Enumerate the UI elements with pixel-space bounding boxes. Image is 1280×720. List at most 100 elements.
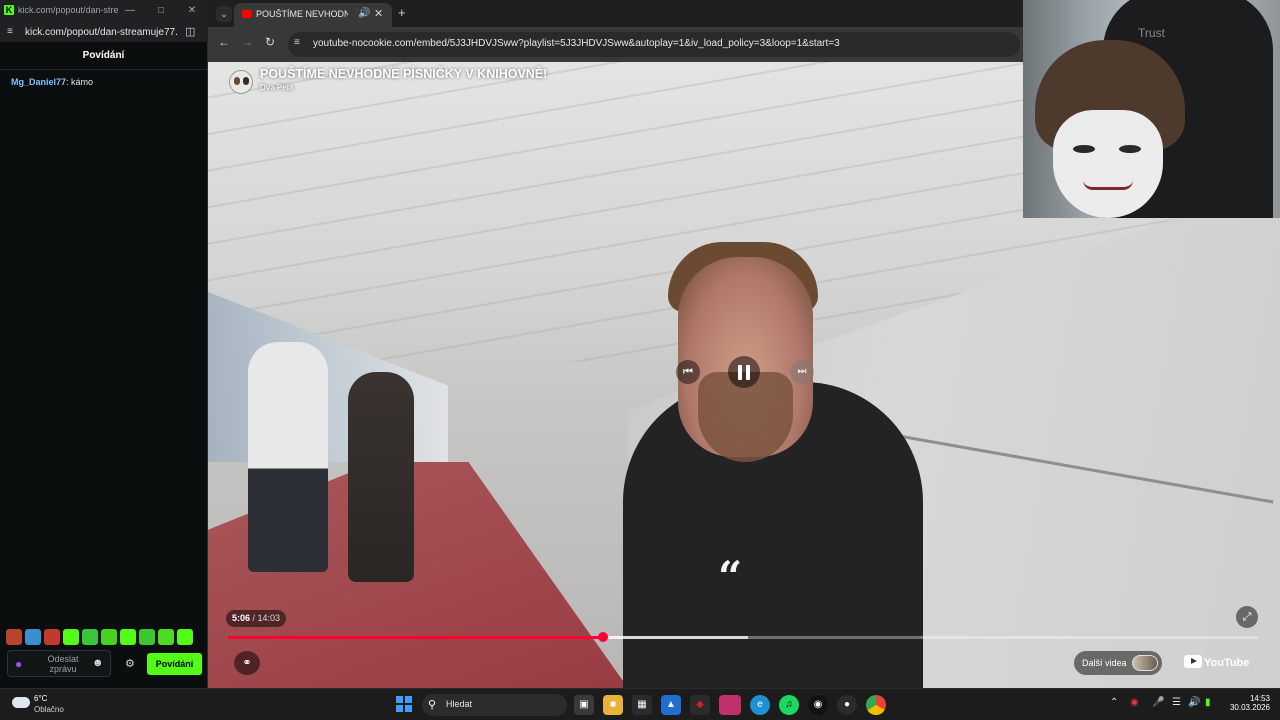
tray-chevron-icon[interactable]: ⌃ xyxy=(1110,697,1118,708)
youtube-logo[interactable]: YouTube xyxy=(1184,655,1249,671)
start-tile xyxy=(405,705,412,712)
time-display: 5:06 / 14:03 xyxy=(226,610,287,627)
site-settings-icon[interactable]: ≡ xyxy=(7,26,13,37)
spotify-icon[interactable]: ♫ xyxy=(779,695,799,715)
video-title[interactable]: POUŠTÍME NEVHODNÉ PÍSNIČKY V KNIHOVNĚ! xyxy=(260,67,547,81)
audio-playing-icon[interactable]: 🔊 xyxy=(358,8,370,19)
video-channel[interactable]: Dva Pela xyxy=(260,83,293,92)
weather-temperature[interactable]: 6°C xyxy=(34,694,47,703)
maximize-icon[interactable]: □ xyxy=(153,3,169,19)
emoji-icon[interactable]: ☻ xyxy=(92,657,104,669)
edge-icon[interactable]: e xyxy=(750,695,770,715)
pause-button[interactable] xyxy=(728,356,760,388)
microsoft-store-icon[interactable]: ▦ xyxy=(632,695,652,715)
guy-fawkes-mask xyxy=(1053,110,1163,218)
chat-header: Povídání xyxy=(0,42,207,70)
cloud-icon[interactable] xyxy=(12,697,30,708)
obs-icon[interactable]: ◉ xyxy=(808,695,828,715)
windows-start-icon[interactable] xyxy=(396,696,412,712)
kick-window-title: kick.com/popout/dan-stre... xyxy=(18,5,118,15)
volume-icon[interactable]: 🔊 xyxy=(1188,697,1200,708)
weather-description[interactable]: Oblačno xyxy=(34,705,64,714)
reload-icon[interactable]: ↻ xyxy=(265,35,275,49)
tab-search-icon[interactable]: ⌄ xyxy=(216,6,232,22)
chrome-icon[interactable] xyxy=(866,695,886,715)
emote-icon[interactable] xyxy=(177,629,193,645)
start-tile xyxy=(396,705,403,712)
kick-url[interactable]: kick.com/popout/dan-streamuje77... xyxy=(25,27,177,38)
microphone-icon[interactable]: 🎤 xyxy=(1152,697,1164,708)
taskbar-search[interactable]: ⚲ Hledat xyxy=(422,694,567,716)
kick-titlebar: K kick.com/popout/dan-stre... — □ ✕ xyxy=(0,0,208,22)
emote-icon[interactable] xyxy=(139,629,155,645)
progress-bar[interactable] xyxy=(228,632,1258,642)
tab-close-icon[interactable]: ✕ xyxy=(374,7,383,20)
gear-icon[interactable]: ⚙ xyxy=(125,657,135,670)
translate-icon[interactable]: ◫ xyxy=(185,25,195,38)
browser-window: ⌄ POUŠTÍME NEVHODNÉ PÍS 🔊 ✕ + ← → ↻ ≡ yo… xyxy=(208,0,1024,62)
pinned-app-icon[interactable] xyxy=(719,695,741,715)
microphone-icon[interactable]: ● xyxy=(15,657,22,671)
chat-input[interactable]: ● Odeslat zprávu ☻ xyxy=(7,650,111,677)
next-video-button[interactable]: ⏭ xyxy=(790,360,814,384)
taskbar: 6°C Oblačno ⚲ Hledat ▣ ■ ▦ ▲ ◆ e ♫ ◉ ● ⌃… xyxy=(0,688,1280,720)
tab-title: POUŠTÍME NEVHODNÉ PÍS xyxy=(256,9,348,19)
tab-strip: ⌄ POUŠTÍME NEVHODNÉ PÍS 🔊 ✕ + xyxy=(208,0,1024,27)
chat-username[interactable]: Mg_Daniel77 xyxy=(11,77,66,87)
system-clock[interactable]: 14:53 30.03.2026 xyxy=(1228,694,1270,712)
webcam-overlay: Trust xyxy=(1023,0,1280,218)
clock-date: 30.03.2026 xyxy=(1229,703,1270,712)
start-tile xyxy=(405,696,412,703)
more-videos-button[interactable]: Další videa xyxy=(1074,651,1162,675)
close-icon[interactable]: ✕ xyxy=(184,3,200,19)
forward-icon[interactable]: → xyxy=(241,35,253,49)
link-icon[interactable]: ⚭ xyxy=(234,651,260,675)
mcafee-icon[interactable]: ◆ xyxy=(690,695,710,715)
video-scene-presenter: “ xyxy=(623,242,923,688)
more-videos-label: Další videa xyxy=(1082,658,1127,668)
emote-icon[interactable] xyxy=(25,629,41,645)
visual-studio-icon[interactable]: ▲ xyxy=(661,695,681,715)
emote-icon[interactable] xyxy=(63,629,79,645)
avatar-face xyxy=(234,77,240,85)
minimize-icon[interactable]: — xyxy=(122,3,138,19)
emote-icon[interactable] xyxy=(158,629,174,645)
github-icon[interactable]: ● xyxy=(837,695,857,715)
address-bar[interactable]: ≡ youtube-nocookie.com/embed/5J3JHDVJSww… xyxy=(288,32,1020,57)
tab-youtube-video[interactable]: POUŠTÍME NEVHODNÉ PÍS 🔊 ✕ xyxy=(234,3,392,27)
youtube-play-icon xyxy=(1184,655,1202,668)
emote-icon[interactable] xyxy=(6,629,22,645)
scrubber-handle[interactable] xyxy=(597,632,608,642)
chat-input-placeholder: Odeslat zprávu xyxy=(47,654,79,674)
channel-avatar[interactable] xyxy=(229,70,253,94)
back-icon[interactable]: ← xyxy=(218,35,230,49)
youtube-logo-text: YouTube xyxy=(1204,657,1250,669)
kick-logo-icon: K xyxy=(4,5,14,15)
send-chat-button[interactable]: Povídání xyxy=(147,653,202,675)
youtube-favicon-icon xyxy=(242,10,252,18)
new-tab-button[interactable]: + xyxy=(398,5,406,20)
task-view-icon[interactable]: ▣ xyxy=(574,695,594,715)
tray-app-icon[interactable]: ◉ xyxy=(1130,697,1139,708)
played-bar xyxy=(228,636,603,639)
previous-video-button[interactable]: ⏮ xyxy=(676,360,700,384)
kick-address-bar[interactable]: ≡ kick.com/popout/dan-streamuje77... ◫ xyxy=(0,22,208,42)
battery-icon[interactable]: ▮ xyxy=(1205,697,1211,708)
current-time: 5:06 xyxy=(232,613,251,623)
start-tile xyxy=(396,696,403,703)
emote-icon[interactable] xyxy=(44,629,60,645)
address-url[interactable]: youtube-nocookie.com/embed/5J3JHDVJSww?p… xyxy=(313,38,840,49)
hoodie-quote-logo: “ xyxy=(718,552,743,601)
file-explorer-icon[interactable]: ■ xyxy=(603,695,623,715)
mask-eye xyxy=(1073,145,1095,153)
emote-icon[interactable] xyxy=(120,629,136,645)
site-info-icon[interactable]: ≡ xyxy=(294,37,300,48)
clock-time: 14:53 xyxy=(1249,694,1270,703)
emote-icon[interactable] xyxy=(82,629,98,645)
wifi-icon[interactable]: ☰ xyxy=(1172,697,1181,708)
more-videos-thumbnail xyxy=(1132,655,1158,671)
emote-icon[interactable] xyxy=(101,629,117,645)
fullscreen-icon[interactable]: ⤢ xyxy=(1236,606,1258,628)
pause-icon xyxy=(746,365,750,380)
chat-message: Mg_Daniel77: kámo xyxy=(11,77,93,87)
